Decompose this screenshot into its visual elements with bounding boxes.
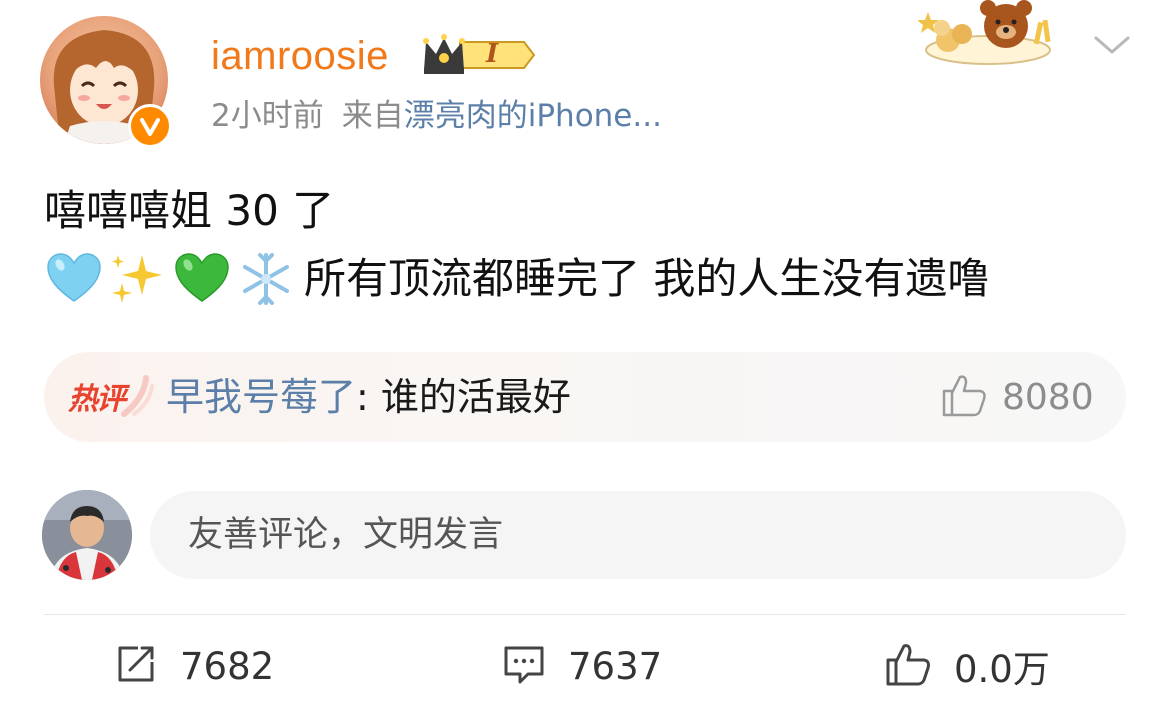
hot-comment-like-count: 8080 <box>1002 376 1094 418</box>
light-blue-heart-emoji <box>44 249 104 309</box>
comment-icon <box>502 642 546 690</box>
thumbs-up-icon <box>940 371 988 423</box>
repost-button[interactable]: 7682 <box>114 640 274 692</box>
post-time: 2小时前 <box>211 98 324 134</box>
hot-comment-like-button[interactable]: 8080 <box>940 372 1094 422</box>
vip-level-label: I <box>486 39 499 69</box>
hot-comment-card[interactable]: 热评 早我号莓了: 谁的活最好 8080 <box>44 352 1126 442</box>
hot-commenter-name[interactable]: 早我号莓了 <box>166 375 356 419</box>
username[interactable]: iamroosie <box>211 28 389 84</box>
divider <box>44 614 1126 615</box>
chevron-down-icon[interactable] <box>1090 30 1134 60</box>
thumbs-up-icon <box>884 640 932 692</box>
hot-comment-body: : 谁的活最好 <box>356 375 571 419</box>
bear-sticker-icon <box>917 0 1058 68</box>
post-meta: 2小时前 来自漂亮肉的iPhone... <box>211 94 662 138</box>
hot-comment-content: 早我号莓了: 谁的活最好 <box>166 372 571 422</box>
comment-button[interactable]: 7637 <box>502 640 662 692</box>
snowflake-emoji <box>236 249 296 309</box>
device-link[interactable]: 漂亮肉的iPhone... <box>404 98 662 134</box>
repost-icon <box>114 642 158 690</box>
vip-crown-badge-icon[interactable]: I <box>420 30 538 80</box>
post-header: iamroosie I 2小时前 来自漂亮肉的iPhone... <box>0 0 1168 160</box>
like-count: 0.0万 <box>954 648 1050 691</box>
comment-count: 7637 <box>568 644 663 688</box>
from-label: 来自 <box>341 98 404 134</box>
comment-input[interactable] <box>150 491 1126 579</box>
hot-tag-label: 热评 <box>68 382 126 417</box>
current-user-avatar[interactable] <box>42 490 132 580</box>
like-button[interactable]: 0.0万 <box>884 640 1050 692</box>
post-text-line-2-text: 所有顶流都睡完了 我的人生没有遗噜 <box>304 254 990 303</box>
green-heart-emoji <box>172 249 232 309</box>
post-text-line-1: 嘻嘻嘻姐 30 了 <box>44 186 335 235</box>
post-text-line-2: 所有顶流都睡完了 我的人生没有遗噜 <box>44 248 989 310</box>
hot-comment-tag: 热评 <box>64 374 154 422</box>
sparkles-emoji <box>108 249 168 309</box>
verified-badge-icon <box>128 104 172 148</box>
repost-count: 7682 <box>180 644 275 688</box>
